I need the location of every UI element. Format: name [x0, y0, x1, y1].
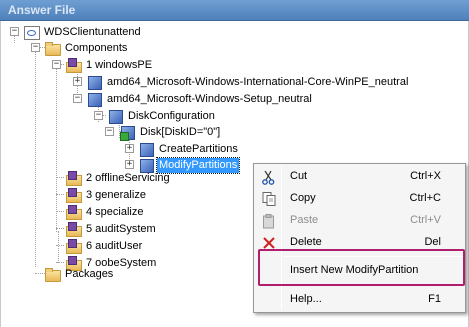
expand-setup-toggle[interactable]: −	[73, 94, 82, 103]
tree-node-label: DiskConfiguration	[128, 109, 215, 122]
tree-node-label: CreatePartitions	[159, 142, 238, 155]
expand-disk-toggle[interactable]: −	[105, 127, 114, 136]
tree-node-diskconfiguration[interactable]: DiskConfiguration	[107, 108, 217, 124]
tree-node-label: Components	[65, 41, 128, 54]
menu-item-paste[interactable]: Paste Ctrl+V	[256, 210, 465, 232]
tree-node-label: 5 auditSystem	[86, 222, 156, 235]
tree-node-label: 3 generalize	[86, 188, 146, 201]
tree-node-disk[interactable]: Disk[DiskID="0"]	[119, 124, 222, 141]
expand-createpartitions-toggle[interactable]: +	[125, 144, 134, 153]
expand-windowspe-toggle[interactable]: −	[52, 60, 61, 69]
tree-node-setup[interactable]: amd64_Microsoft-Windows-Setup_neutral	[86, 91, 314, 107]
menu-item-shortcut: F1	[428, 293, 441, 305]
tree-node-windowspe[interactable]: 1 windowsPE	[65, 57, 154, 73]
tree-node-label: amd64_Microsoft-Windows-International-Co…	[107, 75, 409, 88]
tree-node-generalize[interactable]: 3 generalize	[65, 187, 148, 203]
tree-node-label: Disk[DiskID="0"]	[140, 125, 221, 138]
component-icon	[86, 74, 102, 90]
tree-node-intl-core[interactable]: amd64_Microsoft-Windows-International-Co…	[86, 74, 410, 90]
component-icon	[107, 108, 123, 124]
folder-icon	[44, 40, 61, 56]
tree-node-createpartitions[interactable]: CreatePartitions	[138, 141, 240, 157]
menu-item-label: Copy	[290, 192, 316, 204]
tree-node-offlineservicing[interactable]: 2 offlineServicing	[65, 170, 172, 186]
scissors-icon	[261, 169, 277, 185]
menu-item-label: Delete	[290, 236, 322, 248]
tree-node-specialize[interactable]: 4 specialize	[65, 204, 145, 220]
tree-node-label: 2 offlineServicing	[86, 171, 170, 184]
menu-item-label: Help...	[290, 293, 322, 305]
configuration-pass-icon	[65, 238, 82, 254]
configuration-pass-icon	[65, 204, 82, 220]
configuration-pass-icon	[65, 170, 82, 186]
annotation-highlight-box	[258, 249, 465, 286]
context-menu: Cut Ctrl+X Copy Ctrl+C Paste Ctrl+V Dele…	[253, 163, 466, 313]
answer-file-icon	[23, 24, 40, 40]
menu-item-label: Paste	[290, 214, 319, 226]
tree-node-auditsystem[interactable]: 5 auditSystem	[65, 221, 158, 237]
component-icon	[86, 91, 102, 107]
tree-node-label: 1 windowsPE	[86, 58, 153, 71]
tree-node-label: amd64_Microsoft-Windows-Setup_neutral	[107, 92, 312, 105]
menu-item-cut[interactable]: Cut Ctrl+X	[256, 166, 465, 188]
folder-icon	[44, 266, 61, 282]
tree-node-packages[interactable]: Packages	[44, 266, 115, 282]
expand-components-toggle[interactable]: −	[31, 43, 40, 52]
panel-header: Answer File	[0, 0, 469, 21]
tree-node-label: 6 auditUser	[86, 239, 143, 252]
configuration-pass-icon	[65, 187, 82, 203]
panel-title: Answer File	[8, 3, 76, 17]
component-icon	[138, 141, 154, 157]
list-item-icon	[119, 124, 135, 141]
menu-item-shortcut: Ctrl+V	[410, 214, 441, 226]
configuration-pass-icon	[65, 221, 82, 237]
menu-item-shortcut: Ctrl+C	[409, 192, 441, 204]
tree-node-audituser[interactable]: 6 auditUser	[65, 238, 144, 254]
expand-modifypartitions-toggle[interactable]: +	[125, 160, 134, 169]
menu-item-help[interactable]: Help... F1	[256, 289, 465, 311]
paste-icon	[261, 213, 277, 229]
tree-node-label: WDSClientunattend	[44, 25, 141, 38]
tree-node-root[interactable]: WDSClientunattend	[23, 24, 143, 40]
configuration-pass-icon	[65, 57, 82, 73]
expand-diskconfiguration-toggle[interactable]: −	[94, 111, 103, 120]
menu-item-copy[interactable]: Copy Ctrl+C	[256, 188, 465, 210]
expand-root-toggle[interactable]: −	[10, 27, 19, 36]
menu-item-shortcut: Ctrl+X	[410, 170, 441, 182]
menu-item-shortcut: Del	[424, 236, 441, 248]
copy-icon	[261, 191, 277, 207]
tree-node-label: 4 specialize	[86, 205, 144, 218]
menu-item-label: Cut	[290, 170, 308, 182]
tree-node-label: Packages	[65, 267, 114, 280]
expand-intl-core-toggle[interactable]: +	[73, 77, 82, 86]
tree-node-components[interactable]: Components	[44, 40, 129, 56]
